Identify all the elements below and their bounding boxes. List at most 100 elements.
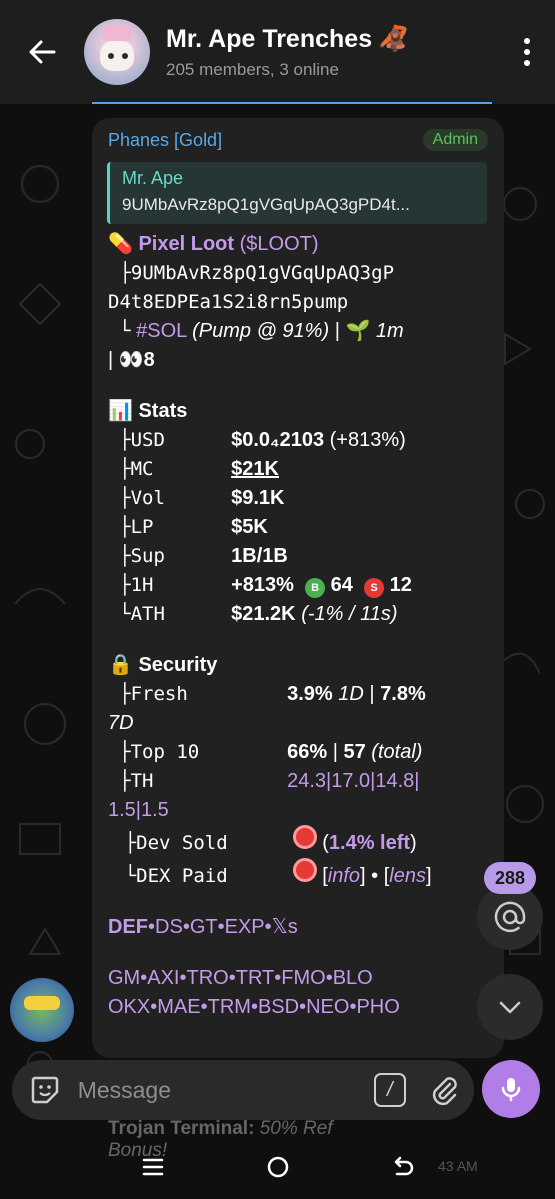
tree-prefix: ├ [124, 832, 137, 854]
red-circle-icon [292, 858, 317, 882]
link-blo[interactable]: BLO [333, 967, 373, 989]
stat-value-link[interactable]: $21K [231, 455, 279, 484]
link-bsd[interactable]: BSD [258, 996, 299, 1018]
links-row-1: DEF•DS•GT•EXP•𝕏s [108, 916, 298, 938]
token-name-link[interactable]: Pixel Loot [138, 233, 234, 255]
tree-prefix: ├ [119, 574, 131, 596]
security-title-text: Security [138, 654, 218, 676]
link-axi[interactable]: AXI [147, 967, 179, 989]
more-options-icon[interactable] [499, 0, 555, 104]
token-address[interactable]: ├9UMbAvRz8pQ1gVGqUpAQ3gP D4t8EDPEa1S2i8r… [108, 259, 488, 317]
chain-line: └ #SOL (Pump @ 91%) | 🌱 1m | 👀8 [108, 317, 488, 375]
stat-value: 1B/1B [231, 545, 288, 567]
scroll-down-button[interactable] [477, 974, 543, 1040]
chain-tag[interactable]: #SOL [136, 320, 186, 342]
stat-value: +813% [231, 574, 294, 596]
tree-prefix: ├ [119, 741, 131, 763]
link-tro[interactable]: TRO [187, 967, 229, 989]
stat-label: 1H [130, 574, 154, 596]
chat-title: Mr. Ape Trenches 🦧 [166, 25, 499, 54]
devsold-pct-link[interactable]: 1.4% left [329, 829, 410, 858]
reply-quote[interactable]: Mr. Ape 9UMbAvRz8pQ1gVGqUpAQ3gPD4t... [107, 162, 487, 224]
stats-title: 📊 Stats [108, 397, 488, 426]
link-xs[interactable]: 𝕏s [272, 916, 298, 938]
stats-rows: ├USD $0.0₄2103 (+813%) ├MC $21K ├Vol $9.1K … [108, 426, 488, 629]
stat-value: $21.2K [231, 603, 296, 625]
voice-record-button[interactable] [482, 1060, 540, 1118]
system-nav-bar [0, 1140, 555, 1199]
link-okx[interactable]: OKX [108, 996, 150, 1018]
stat-row-1h: ├1H +813% B 64 S 12 [108, 571, 488, 600]
stats-title-text: Stats [138, 400, 188, 422]
chat-title-area[interactable]: Mr. Ape Trenches 🦧 205 members, 3 online [166, 25, 499, 80]
lens-link[interactable]: lens [389, 862, 426, 891]
stat-row-lp: ├LP $5K [108, 513, 488, 542]
orangutan-emoji: 🦧 [378, 24, 410, 53]
link-exp[interactable]: EXP [225, 916, 265, 938]
bot-commands-button[interactable]: / [373, 1073, 406, 1107]
recents-button[interactable] [140, 1154, 166, 1185]
th-values-link-2[interactable]: 1.5|1.5 [108, 799, 169, 821]
link-gt[interactable]: GT [190, 916, 218, 938]
link-neo[interactable]: NEO [306, 996, 349, 1018]
reply-author: Mr. Ape [122, 168, 184, 188]
links-row-3: OKX•MAE•TRM•BSD•NEO•PHO [108, 996, 400, 1018]
tree-prefix: └ [119, 320, 131, 342]
stat-value: $5K [231, 516, 268, 538]
peek-bold: Trojan Terminal: [108, 1118, 255, 1139]
separator: | [108, 349, 114, 371]
paperclip-icon [432, 1077, 457, 1106]
fresh-value: 3.9% [287, 683, 333, 705]
chat-header: Mr. Ape Trenches 🦧 205 members, 3 online [0, 0, 555, 104]
link-mae[interactable]: MAE [157, 996, 200, 1018]
link-gm[interactable]: GM [108, 967, 140, 989]
pump-info: (Pump @ 91%) [192, 320, 330, 342]
mention-count-badge: 288 [484, 862, 536, 894]
link-def[interactable]: DEF [108, 916, 148, 938]
eyes-count: 8 [143, 349, 155, 371]
home-button[interactable] [265, 1154, 291, 1185]
th-values-link[interactable]: 24.3|17.0|14.8| [287, 770, 419, 792]
separator: | [369, 683, 375, 705]
link-ds[interactable]: DS [155, 916, 183, 938]
security-th: ├TH 24.3|17.0|14.8| 1.5|1.5 [108, 767, 488, 825]
peek-italic: 50% Ref [259, 1118, 333, 1139]
chat-subtitle: 205 members, 3 online [166, 59, 339, 79]
address-line-1: 9UMbAvRz8pQ1gVGqUpAQ3gP [130, 262, 395, 284]
devsold-label: Dev Sold [136, 832, 228, 854]
dexpaid-label: DEX Paid [136, 865, 228, 887]
sender-avatar[interactable] [10, 978, 74, 1042]
tree-prefix: ├ [119, 545, 131, 567]
sender-row: Phanes [Gold] Admin [108, 128, 488, 152]
address-line-2: D4t8EDPEa1S2i8rn5pump [108, 291, 349, 313]
stat-row-vol: ├Vol $9.1K [108, 484, 488, 513]
sender-name[interactable]: Phanes [Gold] [108, 130, 222, 151]
security-title: 🔒 Security [108, 651, 488, 680]
link-trt[interactable]: TRT [236, 967, 275, 989]
info-link[interactable]: info [328, 862, 360, 891]
message-bubble[interactable]: Phanes [Gold] Admin Mr. Ape 9UMbAvRz8pQ1… [92, 118, 504, 1058]
link-pho[interactable]: PHO [356, 996, 399, 1018]
token-header: 💊 Pixel Loot ($LOOT) [108, 230, 488, 259]
link-fmo[interactable]: FMO [281, 967, 325, 989]
buy-icon: B [305, 578, 326, 598]
lock-emoji: 🔒 [108, 654, 133, 676]
link-trm[interactable]: TRM [208, 996, 251, 1018]
message-input[interactable] [77, 1076, 374, 1104]
system-back-button[interactable] [390, 1154, 416, 1185]
back-arrow-icon [29, 40, 56, 64]
microphone-icon [501, 1078, 521, 1102]
attach-button[interactable] [428, 1073, 460, 1107]
stat-row-usd: ├USD $0.0₄2103 (+813%) [108, 426, 488, 455]
back-button[interactable] [0, 0, 84, 104]
tree-prefix: ├ [119, 770, 131, 792]
security-devsold: ├Dev Sold (1.4% left) [108, 825, 488, 858]
admin-badge: Admin [422, 129, 488, 151]
home-circle-icon [267, 1156, 288, 1178]
group-avatar[interactable] [84, 19, 150, 85]
token-age: 1m [375, 320, 404, 342]
buys-count: 64 [330, 574, 353, 596]
top10-label: Top 10 [130, 741, 200, 763]
security-dexpaid: └DEX Paid [info] • [lens] [108, 858, 488, 891]
sticker-emoji-button[interactable] [26, 1070, 64, 1110]
